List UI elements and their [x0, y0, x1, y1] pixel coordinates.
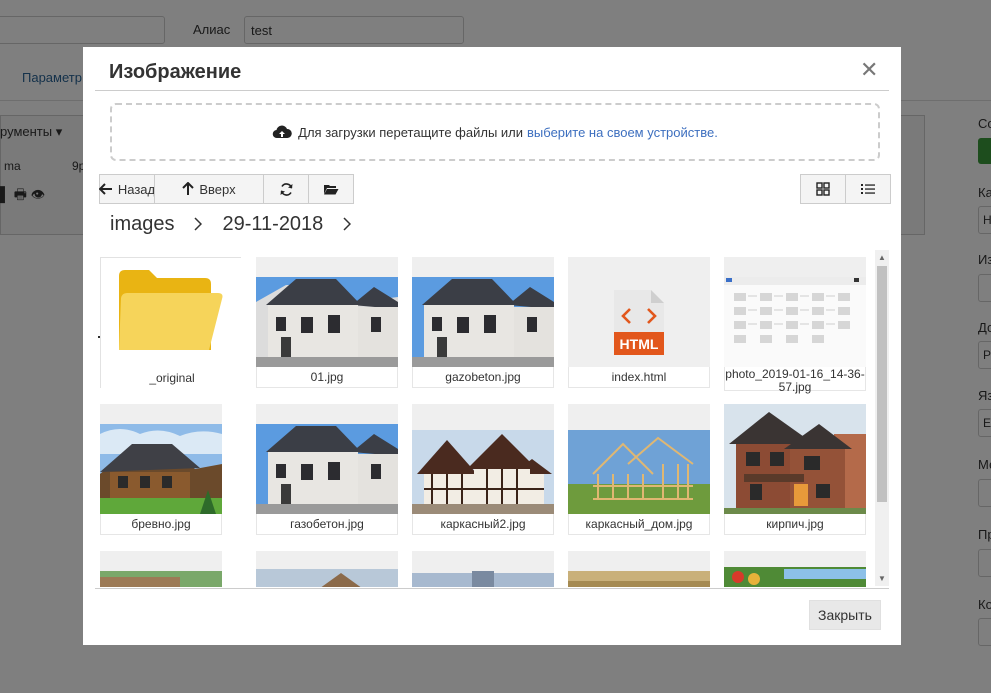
- refresh-button[interactable]: [263, 174, 309, 204]
- file-tile-brevno[interactable]: бревно.jpg: [100, 404, 222, 535]
- file-tile-partial[interactable]: [568, 551, 710, 587]
- html-badge: HTML: [619, 336, 659, 352]
- file-toolbar: Назад Вверх: [98, 174, 354, 204]
- file-tile-kirpich[interactable]: кирпич.jpg: [724, 404, 866, 535]
- image-thumbnail: [724, 551, 866, 587]
- html-file-icon: HTML: [568, 257, 710, 367]
- view-switcher: [800, 174, 891, 204]
- back-button[interactable]: Назад: [98, 174, 156, 204]
- image-picker-modal: Изображение ✕ Для загрузки перетащите фа…: [83, 47, 901, 645]
- up-label: Вверх: [199, 181, 236, 197]
- upload-dropzone[interactable]: Для загрузки перетащите файлы или выбери…: [110, 103, 880, 161]
- image-thumbnail: [100, 551, 222, 587]
- frame-house-thumbnail: [568, 404, 710, 514]
- file-tile-karkasny2[interactable]: каркасный2.jpg: [412, 404, 554, 535]
- file-tile-gazobeton[interactable]: gazobeton.jpg: [412, 257, 554, 388]
- file-name: gazobeton.jpg: [412, 367, 554, 388]
- arrow-left-icon: [98, 183, 113, 195]
- list-icon: [861, 183, 875, 195]
- grid-icon: [816, 182, 830, 196]
- file-tile-original[interactable]: _original: [100, 257, 243, 389]
- log-house-thumbnail: [100, 404, 222, 514]
- file-tile-partial[interactable]: [724, 551, 866, 587]
- cloud-upload-icon: [272, 124, 292, 140]
- footer-divider: [95, 588, 889, 589]
- file-tile-01[interactable]: 01.jpg: [256, 257, 398, 388]
- choose-file-link[interactable]: выберите на своем устройстве.: [527, 125, 718, 140]
- house-thumbnail: [412, 257, 554, 367]
- file-tile-index-html[interactable]: HTML index.html: [568, 257, 710, 388]
- folder-icon: [101, 258, 243, 368]
- list-view-button[interactable]: [845, 174, 891, 204]
- up-button[interactable]: Вверх: [154, 174, 264, 204]
- brick-house-thumbnail: [724, 404, 866, 514]
- file-tile-karkasny-dom[interactable]: каркасный_дом.jpg: [568, 404, 710, 535]
- file-tile-gazobeton-ru[interactable]: газобетон.jpg: [256, 404, 398, 535]
- file-tile-photo-screenshot[interactable]: photo_2019-01-16_14-36-57.jpg: [724, 257, 866, 394]
- file-tile-partial[interactable]: [256, 551, 398, 587]
- tudor-house-thumbnail: [412, 404, 554, 514]
- chevron-right-icon: [194, 217, 203, 231]
- house-thumbnail: [256, 404, 398, 514]
- image-thumbnail: [568, 551, 710, 587]
- file-name: бревно.jpg: [100, 514, 222, 535]
- scroll-up-icon[interactable]: ▲: [878, 253, 886, 262]
- file-name: каркасный2.jpg: [412, 514, 554, 535]
- grid-view-button[interactable]: [800, 174, 846, 204]
- close-button[interactable]: Закрыть: [809, 600, 881, 630]
- scroll-down-icon[interactable]: ▼: [878, 574, 886, 583]
- breadcrumb-images[interactable]: images: [110, 213, 174, 236]
- scrollbar-thumb[interactable]: [877, 266, 887, 502]
- dropzone-text: Для загрузки перетащите файлы или: [298, 124, 524, 140]
- folder-open-icon: [323, 183, 339, 195]
- image-thumbnail: [412, 551, 554, 587]
- image-thumbnail: [256, 551, 398, 587]
- breadcrumb-date[interactable]: 29-11-2018: [222, 213, 323, 236]
- file-name: 01.jpg: [256, 367, 398, 388]
- screenshot-thumbnail: [724, 257, 866, 367]
- refresh-icon: [279, 182, 294, 197]
- modal-title: Изображение: [109, 61, 242, 83]
- open-folder-button[interactable]: [308, 174, 354, 204]
- breadcrumb: images 29-11-2018: [110, 211, 371, 237]
- chevron-right-icon: [343, 217, 352, 231]
- file-name: газобетон.jpg: [256, 514, 398, 535]
- file-name: index.html: [568, 367, 710, 388]
- file-name: каркасный_дом.jpg: [568, 514, 710, 535]
- back-label: Назад: [117, 181, 156, 197]
- file-tile-partial[interactable]: [412, 551, 554, 587]
- house-thumbnail: [256, 257, 398, 367]
- file-grid: _original 01.jpg gazobeton.jpg HTML inde…: [100, 247, 876, 587]
- file-name: photo_2019-01-16_14-36-57.jpg: [724, 367, 866, 394]
- file-name: _original: [101, 368, 243, 389]
- header-divider: [95, 90, 889, 91]
- file-grid-scrollbar[interactable]: ▲ ▼: [875, 250, 889, 586]
- file-tile-partial[interactable]: [100, 551, 222, 587]
- file-name: кирпич.jpg: [724, 514, 866, 535]
- close-icon[interactable]: ✕: [860, 59, 878, 81]
- arrow-up-icon: [182, 182, 195, 196]
